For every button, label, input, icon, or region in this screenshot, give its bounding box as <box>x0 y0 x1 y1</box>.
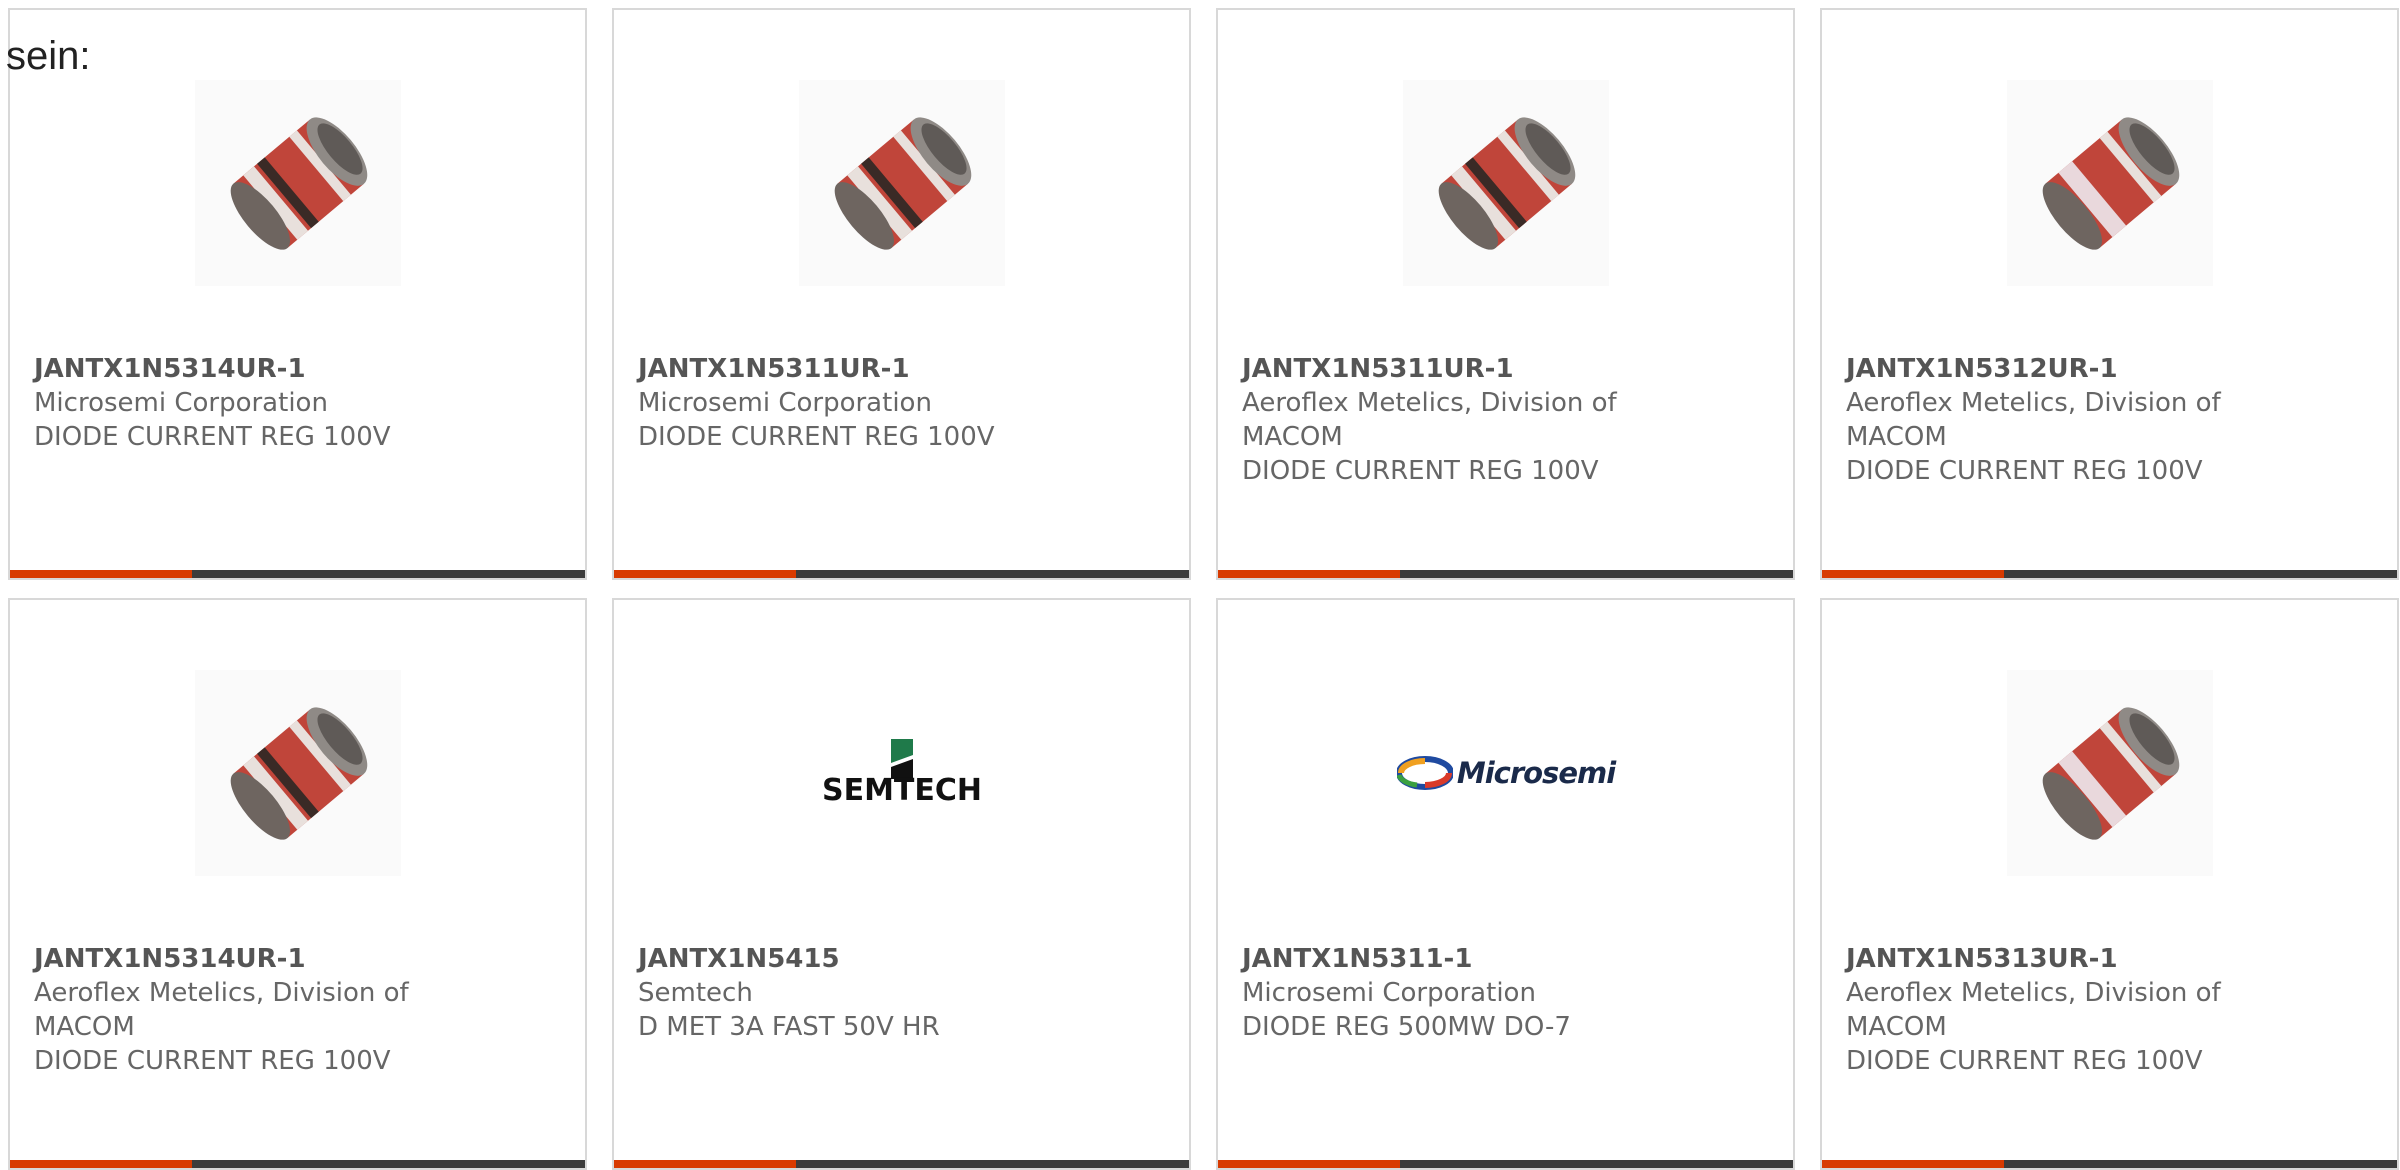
description: DIODE CURRENT REG 100V <box>34 1046 391 1076</box>
product-info: JANTX1N5311UR-1 Aeroflex Metelics, Divis… <box>1242 352 1652 488</box>
product-info: JANTX1N5313UR-1 Aeroflex Metelics, Divis… <box>1846 942 2256 1078</box>
card-footer-bar <box>10 570 585 578</box>
product-info: JANTX1N5312UR-1 Aeroflex Metelics, Divis… <box>1846 352 2256 488</box>
part-number[interactable]: JANTX1N5415 <box>638 942 1048 976</box>
diode-dark-band-icon <box>799 80 1005 286</box>
card-footer-accent <box>1822 1160 2004 1168</box>
product-card[interactable]: JANTX1N5311UR-1 Microsemi Corporation DI… <box>612 8 1191 580</box>
card-footer-accent <box>1218 1160 1400 1168</box>
manufacturer: Microsemi Corporation <box>1242 978 1536 1008</box>
description: DIODE CURRENT REG 100V <box>1846 1046 2203 1076</box>
microsemi-swirl-icon <box>1396 756 1453 790</box>
manufacturer: Aeroflex Metelics, Division of MACOM <box>1846 388 2221 452</box>
manufacturer: Microsemi Corporation <box>638 388 932 418</box>
manufacturer: Semtech <box>638 978 753 1008</box>
card-footer-bar <box>614 1160 1189 1168</box>
manufacturer: Aeroflex Metelics, Division of MACOM <box>1242 388 1617 452</box>
description: D MET 3A FAST 50V HR <box>638 1012 940 1042</box>
diode-dark-band-icon <box>195 80 401 286</box>
product-card[interactable]: JANTX1N5314UR-1 Microsemi Corporation DI… <box>8 8 587 580</box>
product-info: JANTX1N5415 Semtech D MET 3A FAST 50V HR <box>638 942 1048 1044</box>
description: DIODE CURRENT REG 100V <box>1242 456 1599 486</box>
description: DIODE CURRENT REG 100V <box>1846 456 2203 486</box>
product-grid: JANTX1N5314UR-1 Microsemi Corporation DI… <box>8 8 2400 1170</box>
product-card[interactable]: SEMTECH JANTX1N5415 Semtech D MET 3A FAS… <box>612 598 1191 1170</box>
product-card[interactable]: Microsemi JANTX1N5311-1 Microsemi Corpor… <box>1216 598 1795 1170</box>
part-number[interactable]: JANTX1N5314UR-1 <box>34 942 444 976</box>
card-footer-bar <box>614 570 1189 578</box>
card-footer-bar <box>1218 1160 1793 1168</box>
card-footer-accent <box>10 1160 192 1168</box>
microsemi-logo-text: Microsemi <box>1456 756 1616 790</box>
description: DIODE CURRENT REG 100V <box>34 422 391 452</box>
product-info: JANTX1N5314UR-1 Microsemi Corporation DI… <box>34 352 444 454</box>
card-footer-accent <box>10 570 192 578</box>
product-card[interactable]: JANTX1N5311UR-1 Aeroflex Metelics, Divis… <box>1216 8 1795 580</box>
product-card[interactable]: JANTX1N5312UR-1 Aeroflex Metelics, Divis… <box>1820 8 2399 580</box>
product-info: JANTX1N5311UR-1 Microsemi Corporation DI… <box>638 352 1048 454</box>
description: DIODE REG 500MW DO-7 <box>1242 1012 1571 1042</box>
semtech-logo-text: SEMTECH <box>821 772 983 808</box>
manufacturer: Aeroflex Metelics, Division of MACOM <box>1846 978 2221 1042</box>
card-footer-accent <box>614 1160 796 1168</box>
part-number[interactable]: JANTX1N5311UR-1 <box>1242 352 1652 386</box>
diode-dark-band-icon <box>1403 80 1609 286</box>
product-card[interactable]: JANTX1N5314UR-1 Aeroflex Metelics, Divis… <box>8 598 587 1170</box>
product-info: JANTX1N5311-1 Microsemi Corporation DIOD… <box>1242 942 1652 1044</box>
semtech-logo: SEMTECH <box>799 670 1005 876</box>
part-number[interactable]: JANTX1N5314UR-1 <box>34 352 444 386</box>
card-footer-bar <box>1218 570 1793 578</box>
product-card[interactable]: JANTX1N5313UR-1 Aeroflex Metelics, Divis… <box>1820 598 2399 1170</box>
card-footer-accent <box>614 570 796 578</box>
card-footer-bar <box>1822 1160 2397 1168</box>
manufacturer: Aeroflex Metelics, Division of MACOM <box>34 978 409 1042</box>
part-number[interactable]: JANTX1N5312UR-1 <box>1846 352 2256 386</box>
card-footer-accent <box>1822 570 2004 578</box>
intro-text: sein: <box>6 34 91 78</box>
part-number[interactable]: JANTX1N5313UR-1 <box>1846 942 2256 976</box>
diode-light-band-icon <box>2007 670 2213 876</box>
microsemi-logo: Microsemi <box>1396 670 1616 876</box>
product-info: JANTX1N5314UR-1 Aeroflex Metelics, Divis… <box>34 942 444 1078</box>
card-footer-bar <box>1822 570 2397 578</box>
card-footer-bar <box>10 1160 585 1168</box>
part-number[interactable]: JANTX1N5311-1 <box>1242 942 1652 976</box>
diode-dark-band-icon <box>195 670 401 876</box>
manufacturer: Microsemi Corporation <box>34 388 328 418</box>
card-footer-accent <box>1218 570 1400 578</box>
part-number[interactable]: JANTX1N5311UR-1 <box>638 352 1048 386</box>
diode-light-band-icon <box>2007 80 2213 286</box>
description: DIODE CURRENT REG 100V <box>638 422 995 452</box>
